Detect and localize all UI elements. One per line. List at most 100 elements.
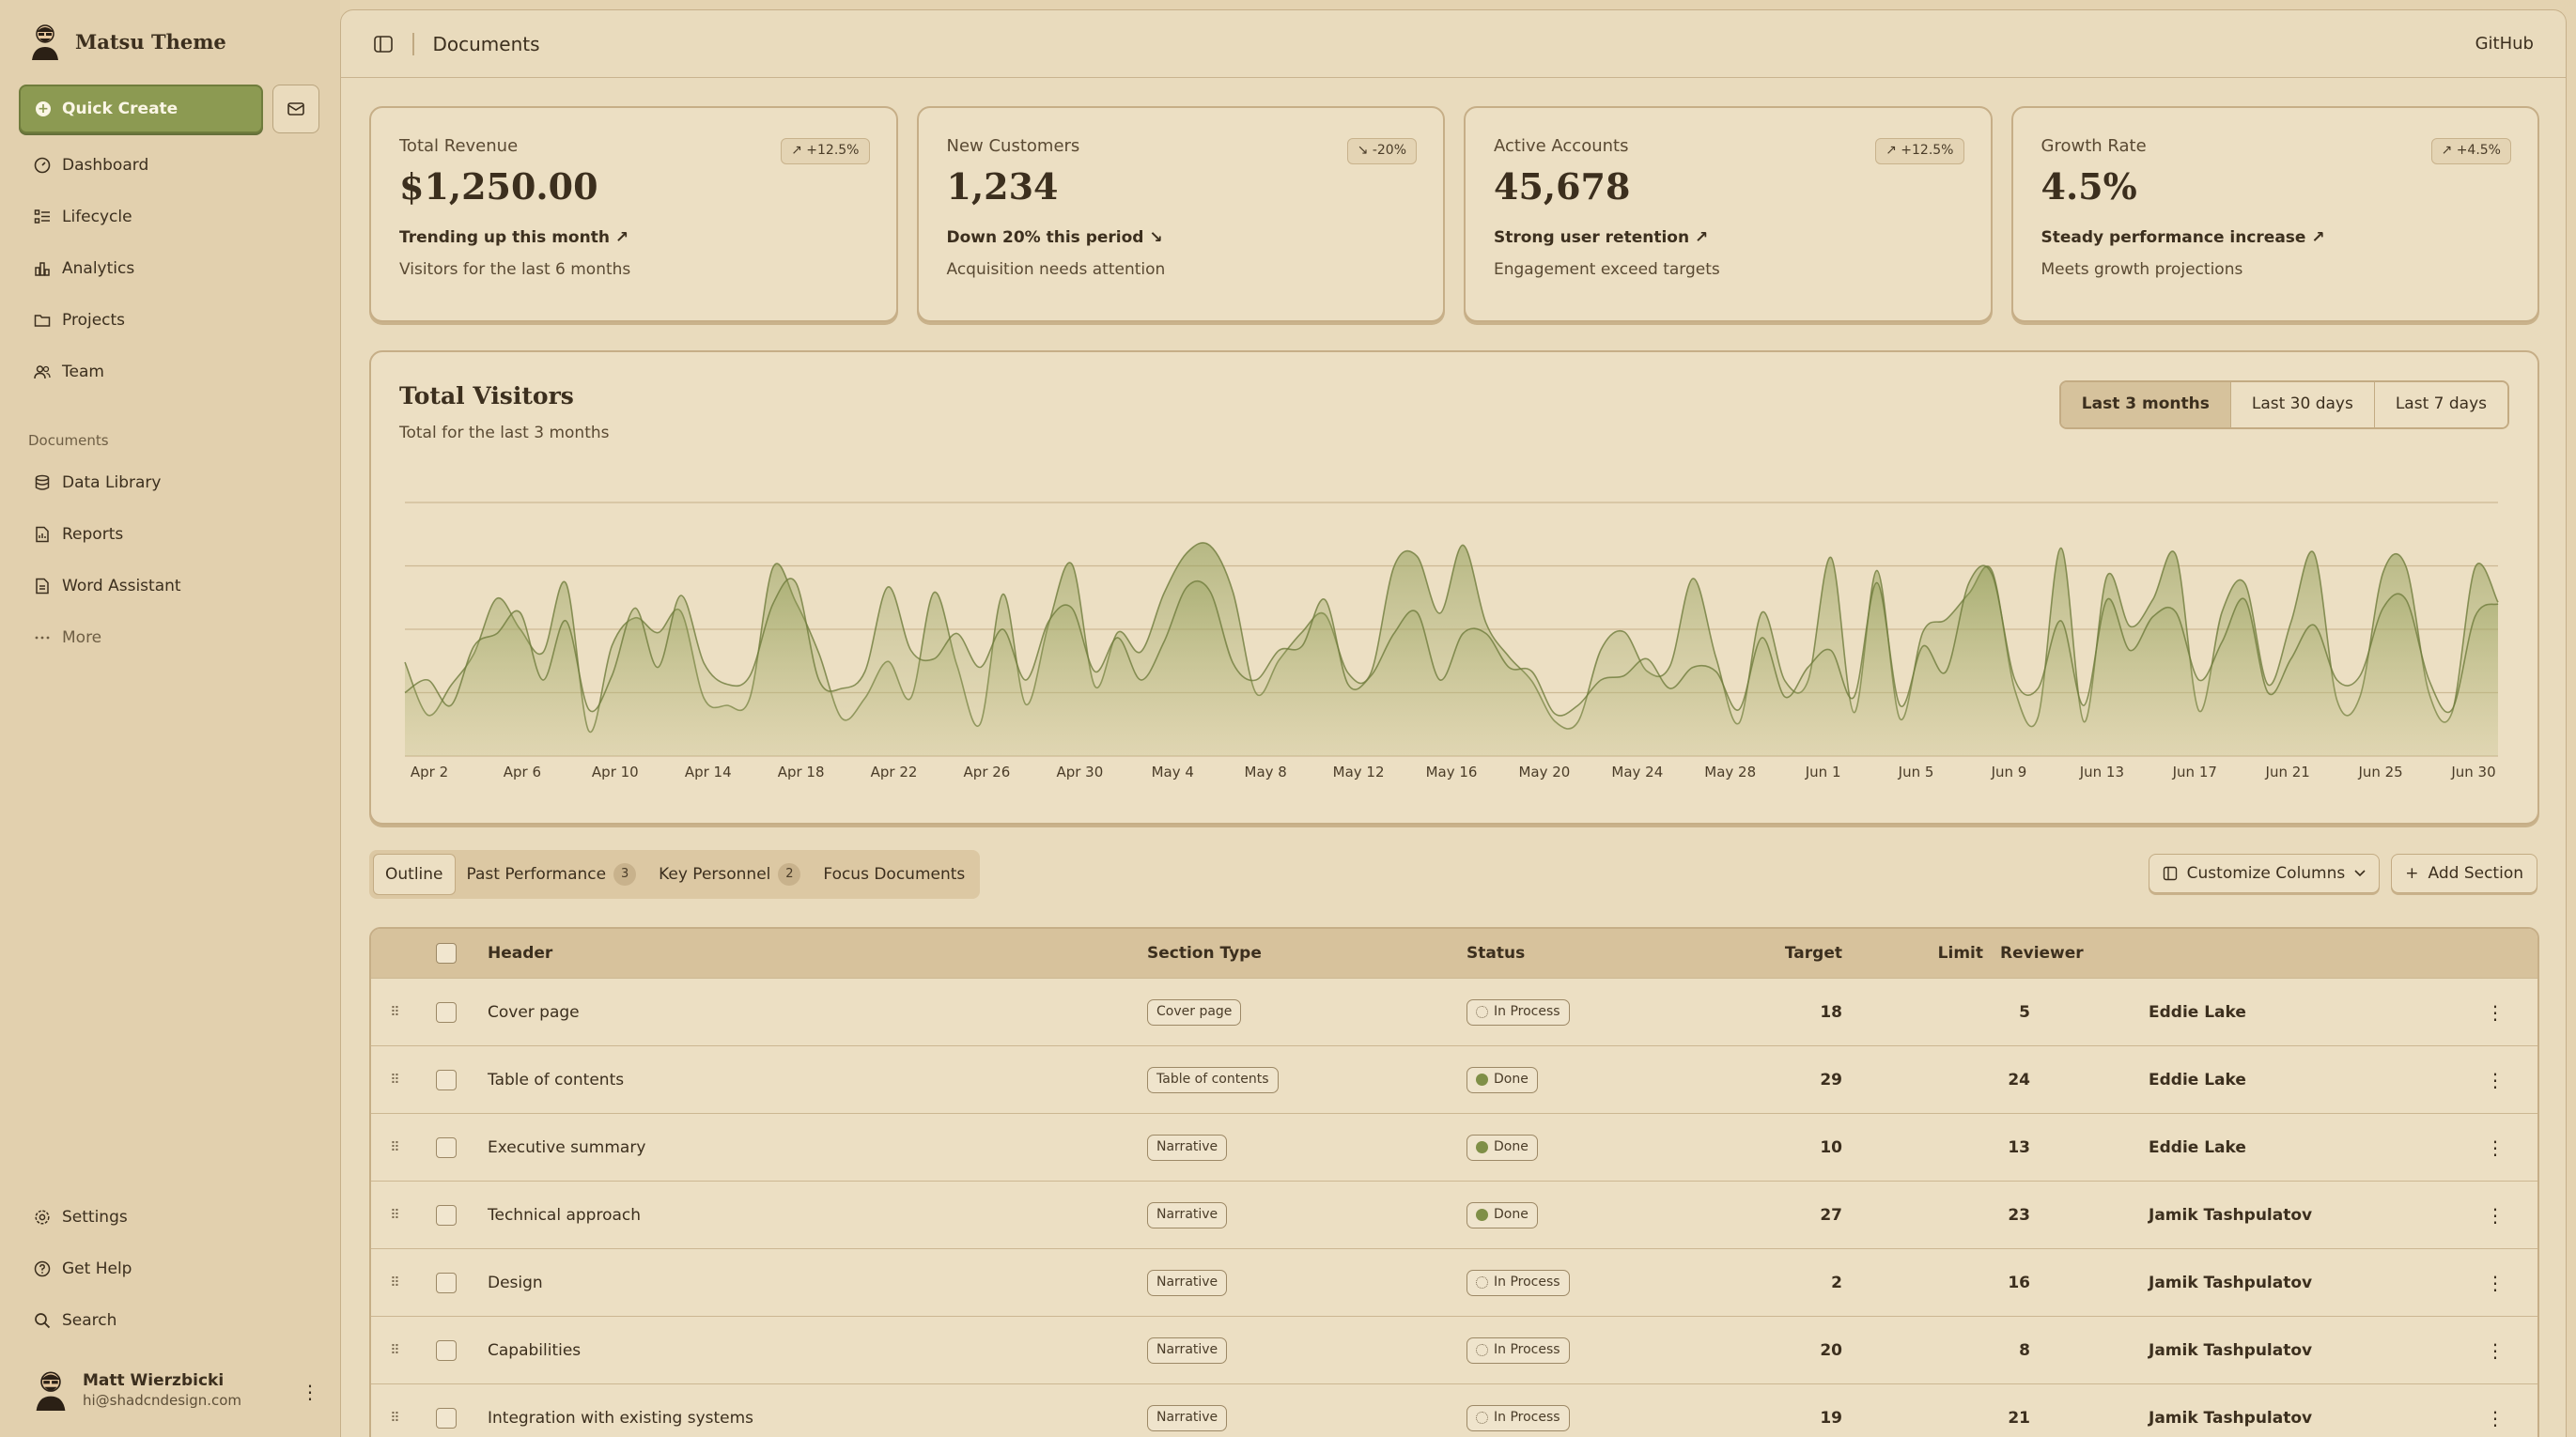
row-reviewer[interactable]: Eddie Lake [2030,1138,2397,1157]
more-vertical-icon[interactable]: ⋮ [2453,1204,2537,1227]
nav-item-lifecycle[interactable]: Lifecycle [19,191,319,242]
row-limit[interactable]: 13 [1842,1138,2030,1157]
more-vertical-icon[interactable]: ⋮ [2453,1069,2537,1091]
row-limit[interactable]: 5 [1842,1003,2030,1022]
nav-item-projects[interactable]: Projects [19,294,319,346]
user-menu[interactable]: Matt Wierzbicki hi@shadcndesign.com ⋮ [32,1369,319,1411]
row-header[interactable]: Technical approach [474,1206,1147,1225]
nav-item-analytics[interactable]: Analytics [19,242,319,294]
row-reviewer[interactable]: Jamik Tashpulatov [2030,1409,2397,1428]
row-checkbox[interactable] [436,1339,457,1361]
tab-key-personnel[interactable]: Key Personnel 2 [647,854,812,895]
nav-item-get-help[interactable]: Get Help [19,1243,319,1294]
row-limit[interactable]: 21 [1842,1409,2030,1428]
more-vertical-icon[interactable]: ⋮ [2453,1136,2537,1159]
row-target[interactable]: 19 [1748,1409,1842,1428]
row-limit[interactable]: 16 [1842,1274,2030,1292]
row-checkbox[interactable] [436,1272,457,1293]
row-header[interactable]: Table of contents [474,1071,1147,1089]
more-vertical-icon[interactable]: ⋮ [2453,1272,2537,1294]
tab-past-performance[interactable]: Past Performance 3 [456,854,648,895]
drag-handle-icon[interactable]: ⠿ [371,1073,418,1088]
more-vertical-icon[interactable]: ⋮ [2453,1339,2537,1362]
table-row[interactable]: ⠿ Technical approach Narrative Done 27 23 Jami… [371,1181,2537,1248]
table-row[interactable]: ⠿ Cover page Cover page In Process 18 5 Eddie … [371,978,2537,1045]
nav-item-team[interactable]: Team [19,346,319,397]
table-row[interactable]: ⠿ Capabilities Narrative In Process 20 8 Jamik… [371,1316,2537,1383]
row-checkbox[interactable] [436,1001,457,1023]
nav-item-word-assistant[interactable]: Word Assistant [19,560,319,611]
more-vertical-icon[interactable]: ⋮ [2453,1407,2537,1429]
status-badge: In Process [1466,1269,1570,1296]
x-tick-label: Jun 5 [1898,764,1934,780]
nav-item-reports[interactable]: Reports [19,508,319,560]
row-limit[interactable]: 24 [1842,1071,2030,1089]
row-target[interactable]: 27 [1748,1206,1842,1225]
nav-item-settings[interactable]: Settings [19,1191,319,1243]
row-reviewer[interactable]: Jamik Tashpulatov [2030,1274,2397,1292]
row-checkbox[interactable] [436,1136,457,1158]
row-reviewer[interactable]: Jamik Tashpulatov [2030,1206,2397,1225]
x-tick-label: May 8 [1245,764,1287,780]
row-header[interactable]: Design [474,1274,1147,1292]
column-status[interactable]: Status [1466,944,1748,963]
plus-icon: + [2405,864,2419,883]
trend-up-icon: ↗ [614,228,629,247]
status-text: In Process [1494,1275,1560,1290]
x-tick-label: Apr 2 [411,764,448,780]
brand-name: Matsu Theme [75,29,226,54]
drag-handle-icon[interactable]: ⠿ [371,1005,418,1020]
nav-item-data-library[interactable]: Data Library [19,456,319,508]
add-section-button[interactable]: + Add Section [2391,854,2537,893]
drag-handle-icon[interactable]: ⠿ [371,1140,418,1155]
tab-focus-documents[interactable]: Focus Documents [812,854,976,895]
row-checkbox[interactable] [436,1069,457,1090]
column-header[interactable]: Header [474,944,1147,963]
brand[interactable]: Matsu Theme [28,23,226,60]
row-target[interactable]: 2 [1748,1274,1842,1292]
drag-handle-icon[interactable]: ⠿ [371,1208,418,1223]
drag-handle-icon[interactable]: ⠿ [371,1411,418,1426]
inbox-button[interactable] [272,85,319,133]
column-section-type[interactable]: Section Type [1147,944,1466,963]
row-header[interactable]: Capabilities [474,1341,1147,1360]
table-row[interactable]: ⠿ Table of contents Table of contents Done 2… [371,1045,2537,1113]
table-row[interactable]: ⠿ Executive summary Narrative Done 10 13 Eddie… [371,1113,2537,1181]
row-header[interactable]: Executive summary [474,1138,1147,1157]
nav-item-more[interactable]: More [19,611,319,663]
nav-item-search[interactable]: Search [19,1294,319,1346]
github-link[interactable]: GitHub [2475,34,2534,54]
row-limit[interactable]: 23 [1842,1206,2030,1225]
nav-item-dashboard[interactable]: Dashboard [19,139,319,191]
row-reviewer[interactable]: Jamik Tashpulatov [2030,1341,2397,1360]
gear-icon [35,1209,50,1225]
column-target[interactable]: Target [1748,944,1842,963]
column-reviewer[interactable]: Reviewer [1983,944,2350,963]
row-reviewer[interactable]: Eddie Lake [2030,1003,2397,1022]
row-target[interactable]: 29 [1748,1071,1842,1089]
table-row[interactable]: ⠿ Integration with existing systems Narrat… [371,1383,2537,1437]
column-limit[interactable]: Limit [1842,944,1983,963]
sidebar-toggle-icon[interactable] [373,34,394,54]
row-reviewer[interactable]: Eddie Lake [2030,1071,2397,1089]
table-row[interactable]: ⠿ Design Narrative In Process 2 16 Jamik Tashp… [371,1248,2537,1316]
row-target[interactable]: 20 [1748,1341,1842,1360]
row-header[interactable]: Integration with existing systems [474,1409,1147,1428]
x-tick-label: Apr 26 [964,764,1011,780]
customize-columns-button[interactable]: Customize Columns [2148,854,2381,893]
drag-handle-icon[interactable]: ⠿ [371,1343,418,1358]
drag-handle-icon[interactable]: ⠿ [371,1275,418,1290]
select-all-checkbox[interactable] [436,943,457,964]
more-vertical-icon[interactable]: ⋮ [301,1381,319,1403]
row-target[interactable]: 10 [1748,1138,1842,1157]
more-vertical-icon[interactable]: ⋮ [2453,1001,2537,1024]
quick-create-button[interactable]: + Quick Create [19,85,263,133]
row-target[interactable]: 18 [1748,1003,1842,1022]
row-limit[interactable]: 8 [1842,1341,2030,1360]
row-header[interactable]: Cover page [474,1003,1147,1022]
row-checkbox[interactable] [436,1407,457,1429]
row-checkbox[interactable] [436,1204,457,1226]
tab-outline[interactable]: Outline [373,854,456,895]
status-badge: Done [1466,1134,1538,1161]
status-badge: In Process [1466,998,1570,1026]
